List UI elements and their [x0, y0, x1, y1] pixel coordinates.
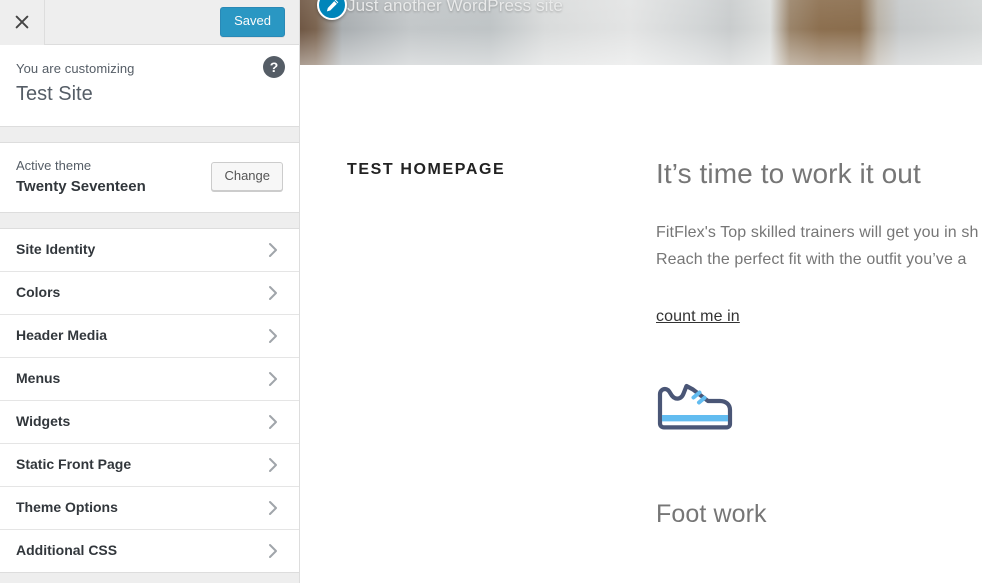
sidebar-item-additional-css[interactable]: Additional CSS: [0, 529, 299, 573]
customizer-sidebar: Saved You are customizing Test Site ? Ac…: [0, 0, 300, 583]
site-description: Just another WordPress site: [347, 0, 563, 15]
sidebar-item-widgets[interactable]: Widgets: [0, 400, 299, 444]
customizer-header-bar: Saved: [0, 0, 299, 45]
customizer-screen: Saved You are customizing Test Site ? Ac…: [0, 0, 982, 583]
section-divider-band-2: [0, 212, 299, 228]
change-theme-button[interactable]: Change: [211, 161, 283, 192]
help-icon[interactable]: ?: [263, 56, 285, 78]
chevron-right-icon: [263, 240, 283, 260]
customizer-panel-list: Site Identity Colors Header Media Menus …: [0, 227, 299, 573]
pencil-edit-icon[interactable]: [317, 0, 347, 20]
header-background-image: Just another WordPress site: [300, 0, 982, 65]
customizing-info: You are customizing Test Site ?: [0, 45, 299, 127]
chevron-right-icon: [263, 283, 283, 303]
site-preview-pane[interactable]: Just another WordPress site TEST HOMEPAG…: [300, 0, 982, 583]
customizing-label: You are customizing: [16, 61, 135, 76]
panel-label: Colors: [16, 283, 61, 300]
active-theme-text: Active theme Twenty Seventeen: [16, 156, 211, 198]
preview-content-column: It’s time to work it out FitFlex's Top s…: [656, 155, 982, 530]
chevron-right-icon: [263, 498, 283, 518]
sidebar-item-site-identity[interactable]: Site Identity: [0, 228, 299, 272]
close-icon[interactable]: [0, 0, 45, 45]
panel-label: Menus: [16, 369, 61, 386]
panel-label: Static Front Page: [16, 455, 132, 472]
content-heading: It’s time to work it out: [656, 158, 921, 189]
sidebar-item-colors[interactable]: Colors: [0, 271, 299, 315]
customizing-site-title: Test Site: [16, 82, 93, 105]
sidebar-item-header-media[interactable]: Header Media: [0, 314, 299, 358]
preview-page-body: TEST HOMEPAGE It’s time to work it out F…: [300, 65, 982, 583]
save-button[interactable]: Saved: [220, 7, 285, 37]
cta-link[interactable]: count me in: [656, 308, 740, 326]
sidebar-item-menus[interactable]: Menus: [0, 357, 299, 401]
active-theme-label: Active theme: [16, 157, 92, 173]
sidebar-item-theme-options[interactable]: Theme Options: [0, 486, 299, 530]
panel-label: Theme Options: [16, 498, 118, 515]
section-divider-band: [0, 126, 299, 142]
chevron-right-icon: [263, 369, 283, 389]
chevron-right-icon: [263, 455, 283, 475]
page-title: TEST HOMEPAGE: [347, 161, 506, 178]
sidebar-item-static-front-page[interactable]: Static Front Page: [0, 443, 299, 487]
active-theme-section: Active theme Twenty Seventeen Change: [0, 141, 299, 213]
sneaker-icon: [656, 378, 738, 438]
panel-label: Header Media: [16, 326, 108, 343]
chevron-right-icon: [263, 326, 283, 346]
paragraph-line-1: FitFlex's Top skilled trainers will get …: [656, 223, 979, 241]
paragraph-line-2: Reach the perfect fit with the outfit yo…: [656, 251, 967, 269]
section-heading: Foot work: [656, 499, 767, 528]
active-theme-name: Twenty Seventeen: [16, 178, 146, 195]
panel-label: Additional CSS: [16, 541, 118, 558]
panel-label: Widgets: [16, 412, 71, 429]
content-paragraph: FitFlex's Top skilled trainers will get …: [656, 219, 982, 274]
panel-label: Site Identity: [16, 240, 96, 257]
chevron-right-icon: [263, 412, 283, 432]
chevron-right-icon: [263, 541, 283, 561]
